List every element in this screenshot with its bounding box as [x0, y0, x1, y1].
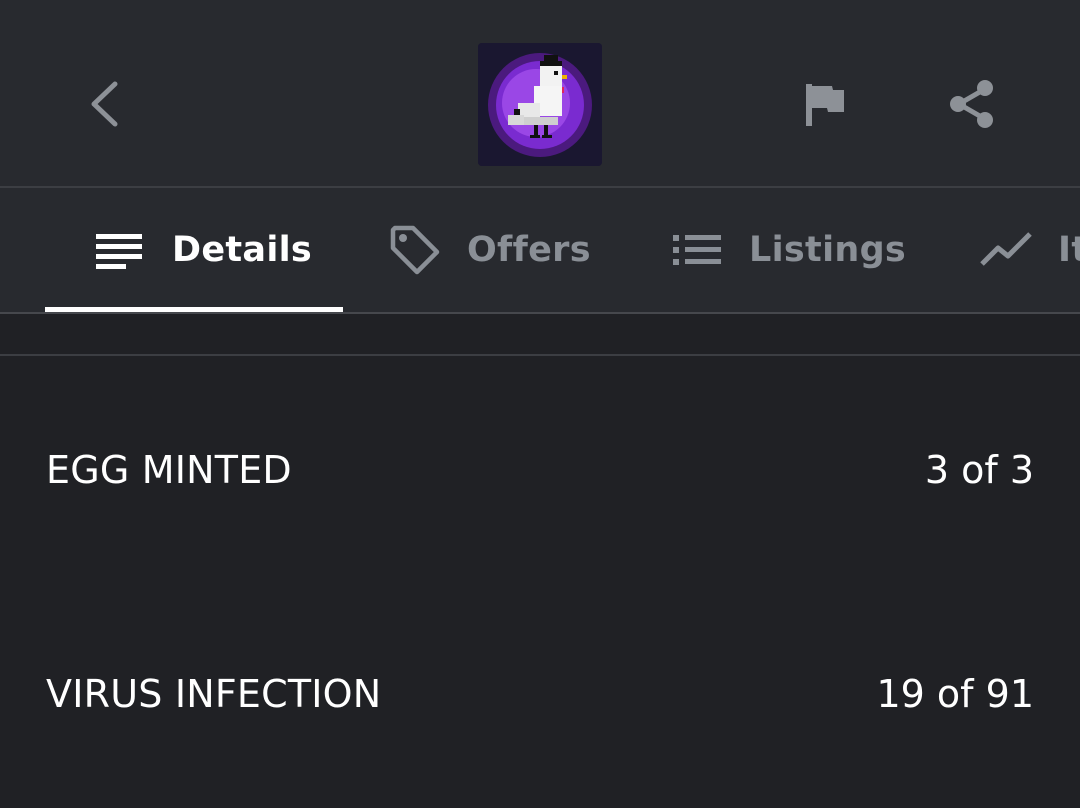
tab-details[interactable]: Details [94, 188, 312, 312]
top-bar [0, 0, 1080, 188]
property-name: EGG MINTED [46, 448, 292, 492]
list-icon [673, 235, 721, 265]
notes-icon [96, 234, 142, 269]
pixel-pigeon-avatar [478, 43, 602, 166]
trending-icon [980, 232, 1032, 266]
report-button[interactable] [800, 80, 850, 130]
section-divider [0, 354, 1080, 356]
tab-listings[interactable]: Listings [671, 188, 906, 312]
back-button[interactable] [80, 74, 136, 134]
tab-item-activity[interactable]: It [980, 188, 1080, 312]
property-count: 3 of 3 [924, 448, 1034, 492]
tab-item-activity-label: It [1058, 230, 1080, 270]
collection-avatar [478, 43, 602, 166]
share-icon [950, 80, 993, 128]
tab-details-label: Details [172, 230, 313, 270]
chevron-left-icon [91, 81, 118, 127]
flag-icon [806, 84, 844, 126]
active-tab-indicator [45, 307, 343, 312]
property-row: VIRUS INFECTION 19 of 91 [46, 664, 1034, 724]
tab-offers[interactable]: Offers [389, 188, 591, 312]
tag-icon [390, 225, 440, 275]
property-count: 19 of 91 [876, 672, 1035, 716]
tab-bar: Details Offers Listings It [0, 188, 1080, 314]
tab-listings-label: Listings [749, 230, 907, 270]
share-button[interactable] [946, 78, 998, 130]
property-row: EGG MINTED 3 of 3 [46, 440, 1034, 500]
property-name: VIRUS INFECTION [46, 672, 382, 716]
tab-offers-label: Offers [467, 230, 591, 270]
